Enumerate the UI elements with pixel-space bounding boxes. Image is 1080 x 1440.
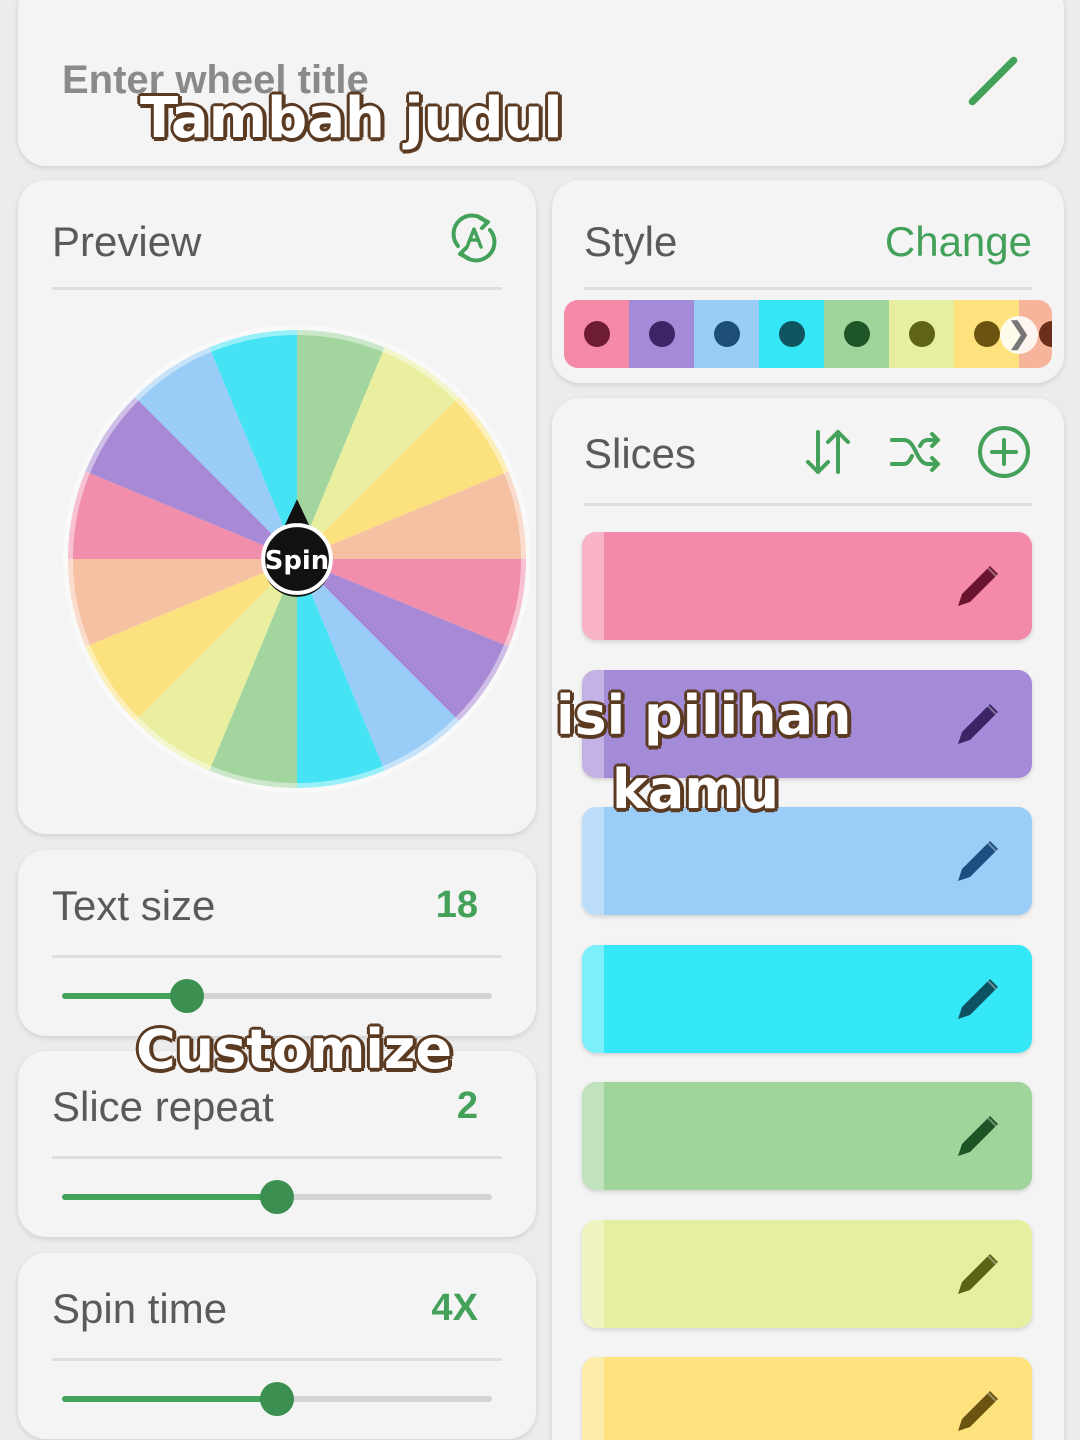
swatch-dot <box>973 321 1000 347</box>
spin-time-value: 4X <box>431 1287 478 1329</box>
slider-thumb[interactable] <box>169 979 204 1013</box>
edit-pencil-icon[interactable] <box>950 1383 1006 1439</box>
slices-hint-caption-line1: isi pilihan <box>556 684 852 747</box>
slices-hint-caption-line2: kamu <box>612 758 780 821</box>
slice-row[interactable] <box>582 1219 1032 1328</box>
customize-caption: Customize <box>136 1018 452 1081</box>
slider-fill <box>62 993 187 999</box>
slice-row[interactable] <box>582 1357 1032 1440</box>
swatch-dot <box>908 321 935 347</box>
swatch-dot <box>1038 321 1052 347</box>
edit-pencil-icon[interactable] <box>950 696 1006 752</box>
slice-repeat-header: Slice repeat 2 <box>52 1075 502 1159</box>
slice-row-accent <box>582 1082 604 1190</box>
text-size-value: 18 <box>435 884 478 926</box>
palette-swatch <box>564 300 629 368</box>
slice-row[interactable] <box>582 944 1032 1053</box>
style-header: Style Change <box>584 210 1032 290</box>
palette-swatch <box>889 300 954 368</box>
slice-row-accent <box>582 1219 604 1328</box>
slice-row-accent <box>582 532 604 640</box>
slider-thumb[interactable] <box>260 1180 294 1214</box>
slices-card: Slices <box>552 398 1064 1440</box>
style-label: Style <box>584 218 678 265</box>
title-hint-caption: Tambah judul <box>140 86 563 151</box>
chevron-right-icon[interactable]: ❯ <box>1000 316 1038 354</box>
slices-header: Slices <box>584 422 1032 506</box>
edit-pencil-icon[interactable] <box>950 558 1006 614</box>
shuffle-icon[interactable] <box>888 424 944 480</box>
auto-rotate-icon[interactable] <box>446 210 502 266</box>
slice-row-accent <box>582 944 604 1053</box>
slices-label: Slices <box>584 430 697 477</box>
text-size-card: Text size 18 <box>18 850 536 1036</box>
text-size-header: Text size 18 <box>52 874 502 958</box>
edit-pencil-icon[interactable] <box>950 1108 1006 1164</box>
slice-repeat-slider[interactable] <box>62 1180 492 1214</box>
palette-swatch <box>694 300 759 368</box>
style-card: Style Change ❯ <box>552 180 1064 383</box>
edit-pencil-icon[interactable] <box>950 1246 1006 1302</box>
swatch-dot <box>713 321 740 347</box>
palette-swatch <box>759 300 824 368</box>
spin-time-card: Spin time 4X <box>18 1253 536 1439</box>
slice-row-accent <box>582 1357 604 1440</box>
preview-header: Preview <box>52 210 502 290</box>
edit-pencil-icon[interactable] <box>950 971 1006 1027</box>
slice-row[interactable] <box>582 807 1032 915</box>
spin-label: Spin <box>265 546 329 576</box>
add-slice-icon[interactable] <box>976 424 1032 480</box>
swatch-dot <box>778 321 805 347</box>
spin-time-label: Spin time <box>52 1285 228 1332</box>
slider-thumb[interactable] <box>260 1382 294 1416</box>
text-size-label: Text size <box>52 882 216 929</box>
swatch-dot <box>583 321 610 347</box>
slice-row[interactable] <box>582 1082 1032 1190</box>
slider-fill <box>62 1194 277 1200</box>
slice-row[interactable] <box>582 532 1032 640</box>
palette-swatch <box>629 300 694 368</box>
swatch-dot <box>648 321 675 347</box>
slice-row-accent <box>582 807 604 915</box>
spin-time-header: Spin time 4X <box>52 1277 502 1361</box>
preview-card: Preview Spin <box>18 180 536 834</box>
color-palette-strip[interactable] <box>564 300 1052 368</box>
edit-pencil-icon[interactable] <box>950 833 1006 889</box>
edit-title-pencil-icon[interactable] <box>962 50 1024 112</box>
wheel-preview[interactable]: Spin <box>58 320 536 798</box>
palette-swatch <box>824 300 889 368</box>
slice-repeat-label: Slice repeat <box>52 1083 274 1130</box>
text-size-slider[interactable] <box>62 979 492 1013</box>
change-style-button[interactable]: Change <box>885 218 1032 266</box>
slice-repeat-value: 2 <box>456 1085 478 1127</box>
sort-icon[interactable] <box>800 424 856 480</box>
spin-time-slider[interactable] <box>62 1382 492 1416</box>
slider-fill <box>62 1396 277 1402</box>
preview-label: Preview <box>52 218 202 265</box>
swatch-dot <box>843 321 870 347</box>
